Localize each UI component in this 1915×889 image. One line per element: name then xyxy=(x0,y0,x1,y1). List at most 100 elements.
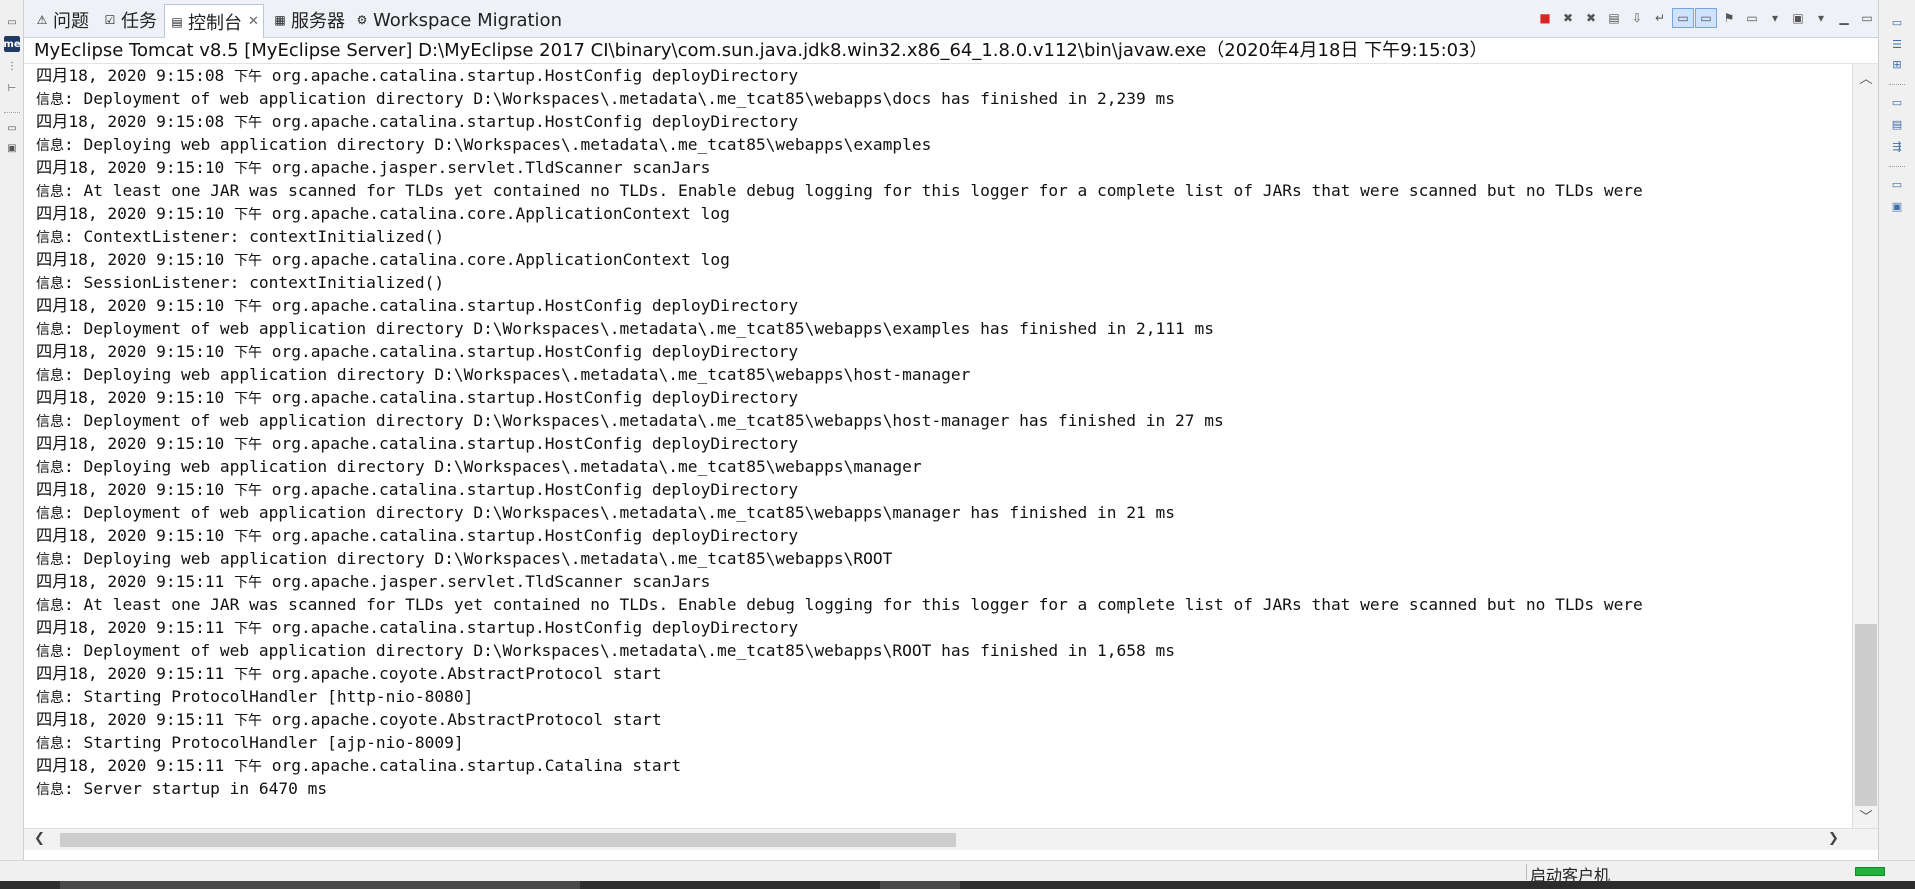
migration-icon: ⚙ xyxy=(356,13,368,27)
console-line-prefix: 信息 xyxy=(36,736,64,752)
tab-console-label: 控制台 xyxy=(188,12,242,34)
console-line: 信息: Deployment of web application direct… xyxy=(36,87,1643,110)
right-trim-bar: ▭ ☰ ⊞ ▭ ▤ ⇶ ▭ ▣ xyxy=(1878,0,1915,860)
horizontal-scroll-thumb[interactable] xyxy=(60,833,956,847)
console-line-text: org.apache.catalina.startup.HostConfig d… xyxy=(262,112,799,131)
maximize-icon[interactable]: ▭ xyxy=(1856,8,1878,28)
minimize-icon[interactable]: ▁ xyxy=(1833,8,1855,28)
console-line-ampm: 下午 xyxy=(234,69,263,85)
console-line-text: org.apache.catalina.startup.HostConfig d… xyxy=(262,296,799,315)
tab-problems-label: 问题 xyxy=(53,11,89,32)
tab-problems[interactable]: ⚠ 问题 xyxy=(34,8,89,32)
taskbar-item[interactable] xyxy=(880,881,960,889)
scroll-lock-icon[interactable]: ⇩ xyxy=(1626,8,1648,28)
console-line-prefix: 四月18, 2020 9:15:11 xyxy=(36,710,235,729)
console-line: 四月18, 2020 9:15:08 下午 org.apache.catalin… xyxy=(36,110,1643,133)
pin-console-icon[interactable]: ⚑ xyxy=(1718,8,1740,28)
servers-icon: ▦ xyxy=(274,13,286,27)
console-lines: 四月18, 2020 9:15:08 下午 org.apache.catalin… xyxy=(36,64,1643,800)
status-bar: 启动客户机 xyxy=(0,860,1915,885)
console-line: 信息: ContextListener: contextInitialized(… xyxy=(36,225,1643,248)
dropdown-chevron-icon[interactable]: ▾ xyxy=(1810,8,1832,28)
image-icon[interactable]: ▣ xyxy=(4,140,20,156)
close-icon[interactable]: ✕ xyxy=(248,14,259,29)
myeclipse-logo-icon[interactable]: me xyxy=(3,36,21,52)
show-on-stderr-icon[interactable]: ▭ xyxy=(1695,8,1717,28)
console-icon: ▤ xyxy=(171,14,183,29)
tab-tasks[interactable]: ☑ 任务 xyxy=(102,8,157,32)
show-on-stdout-icon[interactable]: ▭ xyxy=(1672,8,1694,28)
console-line-prefix: 四月18, 2020 9:15:11 xyxy=(36,664,235,683)
restore-icon[interactable]: ▭ xyxy=(1889,176,1905,192)
vertical-scroll-thumb[interactable] xyxy=(1855,624,1877,806)
console-process-title: MyEclipse Tomcat v8.5 [MyEclipse Server]… xyxy=(24,38,1878,64)
console-line: 四月18, 2020 9:15:10 下午 org.apache.catalin… xyxy=(36,524,1643,547)
console-line-prefix: 四月18, 2020 9:15:11 xyxy=(36,756,235,775)
scroll-up-icon[interactable]: ︿ xyxy=(1853,68,1879,87)
progress-indicator[interactable] xyxy=(1855,867,1885,876)
console-line: 信息: At least one JAR was scanned for TLD… xyxy=(36,179,1643,202)
console-line-text: org.apache.catalina.startup.HostConfig d… xyxy=(262,434,799,453)
console-line: 信息: SessionListener: contextInitialized(… xyxy=(36,271,1643,294)
tree-icon[interactable]: ⊢ xyxy=(4,80,20,96)
panel-icon[interactable]: ▣ xyxy=(1889,198,1905,214)
vertical-scrollbar[interactable]: ︿ ﹀ xyxy=(1852,64,1878,828)
flow-icon[interactable]: ⇶ xyxy=(1889,138,1905,154)
console-line-ampm: 下午 xyxy=(234,667,263,683)
restore-icon[interactable]: ▭ xyxy=(1889,14,1905,30)
console-line-prefix: 信息 xyxy=(36,782,64,798)
console-line-ampm: 下午 xyxy=(234,115,263,131)
console-line-prefix: 四月18, 2020 9:15:10 xyxy=(36,342,235,361)
console-line: 四月18, 2020 9:15:10 下午 org.apache.catalin… xyxy=(36,340,1643,363)
console-line: 信息: Deployment of web application direct… xyxy=(36,317,1643,340)
tab-workspace-migration[interactable]: ⚙ Workspace Migration xyxy=(354,8,562,32)
console-line-text: : At least one JAR was scanned for TLDs … xyxy=(64,181,1643,200)
console-line-text: org.apache.catalina.startup.Catalina sta… xyxy=(262,756,682,775)
console-line-prefix: 信息 xyxy=(36,460,64,476)
console-line: 信息: Starting ProtocolHandler [http-nio-8… xyxy=(36,685,1643,708)
hierarchy-icon[interactable]: ⊞ xyxy=(1889,56,1905,72)
word-wrap-icon[interactable]: ↵ xyxy=(1649,8,1671,28)
console-line-prefix: 四月18, 2020 9:15:10 xyxy=(36,296,235,315)
remove-all-terminated-icon[interactable]: ✖ xyxy=(1580,8,1602,28)
console-line-prefix: 四月18, 2020 9:15:11 xyxy=(36,618,235,637)
remove-launch-icon[interactable]: ✖ xyxy=(1557,8,1579,28)
console-line-text: org.apache.catalina.core.ApplicationCont… xyxy=(262,204,730,223)
clear-console-icon[interactable]: ▤ xyxy=(1603,8,1625,28)
left-trim-bar: ▭ me ⋮ ⊢ ▭ ▣ xyxy=(0,0,24,860)
open-console-icon[interactable]: ▣ xyxy=(1787,8,1809,28)
view-tab-bar: ⚠ 问题 ☑ 任务 ▤ 控制台 ✕ ▦ 服务器 ⚙ Workspace Migr… xyxy=(24,0,1878,38)
restore-icon[interactable]: ▭ xyxy=(4,120,20,136)
scroll-left-icon[interactable]: ❮ xyxy=(34,831,45,846)
tab-servers[interactable]: ▦ 服务器 xyxy=(272,8,345,32)
tab-tasks-label: 任务 xyxy=(121,11,157,32)
restore-icon[interactable]: ▭ xyxy=(1889,94,1905,110)
console-line-prefix: 信息 xyxy=(36,322,64,338)
console-line-ampm: 下午 xyxy=(234,483,263,499)
terminate-icon[interactable]: ■ xyxy=(1534,8,1556,28)
console-line-text: : Deploying web application directory D:… xyxy=(64,365,971,384)
scroll-right-icon[interactable]: ❯ xyxy=(1828,831,1839,846)
console-line-prefix: 信息 xyxy=(36,230,64,246)
taskbar-item[interactable] xyxy=(60,881,580,889)
restore-icon[interactable]: ▭ xyxy=(4,14,20,30)
console-line: 信息: At least one JAR was scanned for TLD… xyxy=(36,593,1643,616)
hierarchy-icon[interactable]: ⋮ xyxy=(4,58,20,74)
console-line: 信息: Server startup in 6470 ms xyxy=(36,777,1643,800)
horizontal-scrollbar[interactable]: ❮ ❯ xyxy=(24,828,1878,850)
display-console-icon[interactable]: ▭ xyxy=(1741,8,1763,28)
properties-icon[interactable]: ▤ xyxy=(1889,116,1905,132)
tab-console[interactable]: ▤ 控制台 ✕ xyxy=(164,4,264,38)
right-separator xyxy=(1889,166,1905,167)
dropdown-chevron-icon[interactable]: ▾ xyxy=(1764,8,1786,28)
console-line: 四月18, 2020 9:15:11 下午 org.apache.coyote.… xyxy=(36,708,1643,731)
console-line-prefix: 四月18, 2020 9:15:10 xyxy=(36,158,235,177)
tab-migration-label: Workspace Migration xyxy=(373,9,562,31)
console-line: 四月18, 2020 9:15:10 下午 org.apache.catalin… xyxy=(36,478,1643,501)
console-line-text: : ContextListener: contextInitialized() xyxy=(64,227,445,246)
console-output[interactable]: 四月18, 2020 9:15:08 下午 org.apache.catalin… xyxy=(24,64,1852,828)
console-line-text: org.apache.jasper.servlet.TldScanner sca… xyxy=(262,572,711,591)
left-separator xyxy=(4,112,20,113)
scroll-down-icon[interactable]: ﹀ xyxy=(1853,806,1879,825)
outline-icon[interactable]: ☰ xyxy=(1889,36,1905,52)
